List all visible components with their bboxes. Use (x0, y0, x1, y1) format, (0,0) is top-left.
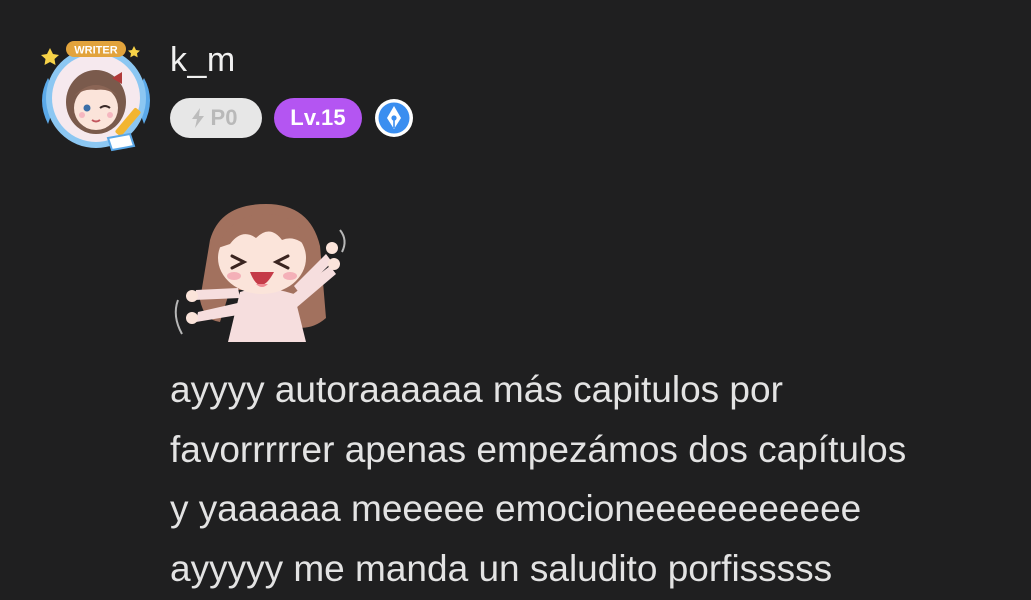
comment-text-line: y yaaaaaa meeeee emocioneeeeeeeeeee (170, 488, 862, 529)
lightning-bolt-icon (191, 108, 204, 128)
comment-text: ayyyy autoraaaaaa más capitulos por favo… (170, 360, 1010, 598)
avatar-writer-frame-icon: WRITER (41, 41, 150, 152)
points-badge[interactable]: P0 (170, 98, 262, 138)
happy-anime-girl-sticker (174, 204, 346, 342)
comment-text-line: ayyyyy me manda un saludito porfisssss (170, 547, 833, 589)
pen-nib-icon[interactable] (374, 98, 414, 138)
points-label: P0 (210, 105, 238, 130)
comment-text-line: ayyyy autoraaaaaa más capitulos por (170, 369, 783, 410)
username[interactable]: k_m (170, 38, 236, 82)
user-avatar[interactable]: WRITER (34, 38, 158, 154)
comment-sticker (170, 200, 354, 342)
comment-text-line: favorrrrrer apenas empezámos dos capítul… (170, 428, 907, 470)
comment-item: WRITER k_m P0 Lv.15 ayyyy autoraaaaaa má… (0, 0, 1031, 600)
level-badge[interactable]: Lv.15 (274, 98, 362, 138)
avatar-frame-label: WRITER (74, 45, 117, 57)
user-badges: P0 Lv.15 (170, 98, 414, 138)
